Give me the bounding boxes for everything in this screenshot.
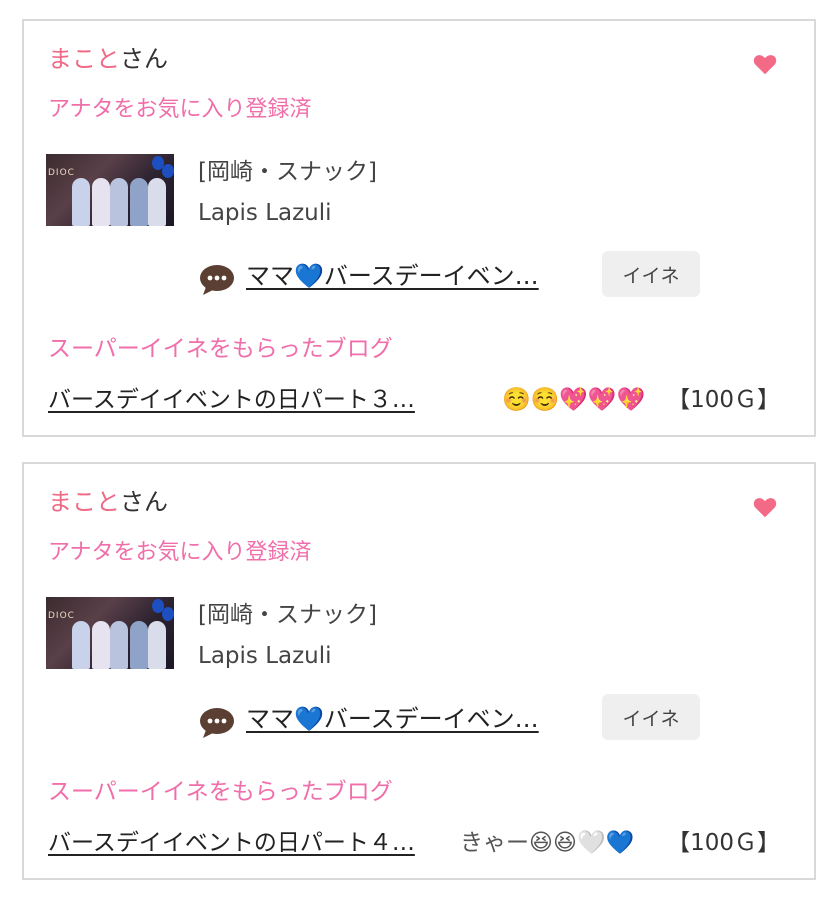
reward-amount: 【100Ｇ】: [667, 830, 780, 856]
shop-thumbnail[interactable]: DIOC: [46, 154, 174, 226]
shop-category: [岡崎・スナック]: [198, 602, 377, 628]
user-suffix: さん: [120, 45, 168, 73]
notification-card: まことさん アナタをお気に入り登録済 DIOC [岡崎・スナック] Lapis …: [22, 462, 816, 880]
thumbnail-figure: [130, 178, 148, 226]
speech-bubble-icon: [200, 265, 234, 295]
shop-category: [岡崎・スナック]: [198, 159, 377, 185]
user-name[interactable]: まこと: [48, 45, 120, 73]
thumbnail-sign: DIOC: [48, 611, 75, 621]
thumbnail-figure: [92, 621, 110, 669]
user-line: まことさん: [48, 43, 168, 75]
reward-amount: 【100Ｇ】: [667, 387, 780, 413]
shop-name[interactable]: Lapis Lazuli: [198, 641, 332, 671]
favorite-status: アナタをお気に入り登録済: [48, 540, 312, 565]
favorite-status: アナタをお気に入り登録済: [48, 97, 312, 122]
user-name[interactable]: まこと: [48, 488, 120, 516]
thumbnail-figure: [130, 621, 148, 669]
thumbnail-figure: [148, 178, 166, 226]
thumbnail-sign: DIOC: [48, 168, 75, 178]
blog-title-link[interactable]: ママ💙バースデーイベン…: [246, 259, 584, 293]
shop-name[interactable]: Lapis Lazuli: [198, 198, 332, 228]
thumbnail-figure: [72, 178, 90, 226]
user-line: まことさん: [48, 486, 168, 518]
super-iine-heading: スーパーイイネをもらったブログ: [48, 779, 393, 805]
blog-title-link[interactable]: ママ💙バースデーイベン…: [246, 702, 584, 736]
iine-comment: きゃー😆😆🤍💙: [460, 830, 635, 856]
heart-icon[interactable]: [752, 494, 778, 520]
super-iine-heading: スーパーイイネをもらったブログ: [48, 336, 393, 362]
speech-bubble-icon: [200, 708, 234, 738]
thumbnail-figure: [92, 178, 110, 226]
shop-thumbnail[interactable]: DIOC: [46, 597, 174, 669]
user-suffix: さん: [120, 488, 168, 516]
notification-card: まことさん アナタをお気に入り登録済 DIOC [岡崎・スナック] Lapis …: [22, 19, 816, 437]
iine-button[interactable]: イイネ: [602, 694, 700, 740]
iine-button[interactable]: イイネ: [602, 251, 700, 297]
thumbnail-figure: [72, 621, 90, 669]
super-iine-blog-link[interactable]: バースデイイベントの日パート４…: [48, 826, 415, 860]
heart-icon[interactable]: [752, 51, 778, 77]
iine-comment: ☺️☺️💖💖💖: [502, 387, 646, 413]
thumbnail-balloon: [162, 607, 174, 621]
thumbnail-balloon: [162, 164, 174, 178]
thumbnail-figure: [110, 178, 128, 226]
super-iine-blog-link[interactable]: バースデイイベントの日パート３…: [48, 383, 415, 417]
thumbnail-figure: [110, 621, 128, 669]
thumbnail-figure: [148, 621, 166, 669]
